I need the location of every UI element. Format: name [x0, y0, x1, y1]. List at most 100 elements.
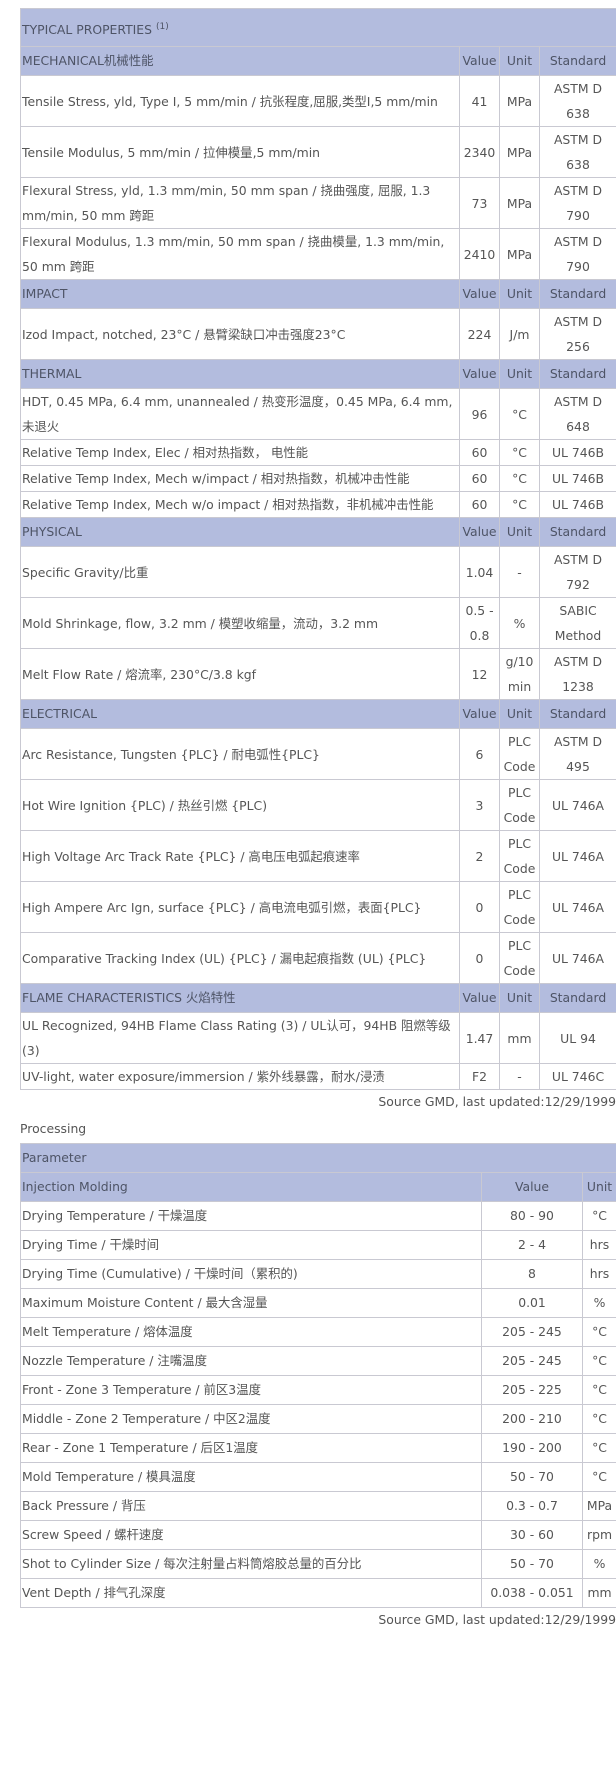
property-value: 0.5 - 0.8 — [459, 597, 500, 649]
processing-value: 190 - 200 — [481, 1433, 583, 1463]
processing-row: Front - Zone 3 Temperature / 前区3温度 205 - … — [20, 1375, 616, 1405]
processing-label: Processing — [20, 1121, 87, 1136]
property-value: 96 — [459, 388, 500, 440]
property-value: 0 — [459, 932, 500, 984]
property-row: Melt Flow Rate / 熔流率, 230°C/3.8 kgf 12 g/1… — [20, 648, 616, 700]
processing-value: 50 - 70 — [481, 1549, 583, 1579]
processing-row: Melt Temperature / 熔体温度 205 - 245 °C — [20, 1317, 616, 1347]
processing-value: 0.01 — [481, 1288, 583, 1318]
col-standard-header: Standard — [538, 46, 616, 76]
processing-unit: °C — [581, 1433, 616, 1463]
processing-value: 2 - 4 — [481, 1230, 583, 1260]
processing-value: 0.3 - 0.7 — [481, 1491, 583, 1521]
property-row: Tensile Stress, yld, Type I, 5 mm/min / … — [20, 75, 616, 127]
processing-value: 200 - 210 — [481, 1404, 583, 1434]
processing-row: Drying Time / 干燥时间 2 - 4 hrs — [20, 1230, 616, 1260]
col-standard-header: Standard — [538, 279, 616, 309]
property-standard: ASTM D 648 — [538, 388, 616, 440]
property-unit: MPa — [499, 126, 540, 178]
property-standard: UL 746A — [538, 830, 616, 882]
property-unit: J/m — [499, 308, 540, 360]
property-name: High Ampere Arc Ign, surface {PLC} / 高电流… — [20, 881, 460, 933]
processing-unit: hrs — [581, 1259, 616, 1289]
section-header-row: MECHANICAL机械性能 Value Unit Standard — [20, 46, 616, 76]
property-value: 2340 — [459, 126, 500, 178]
processing-unit: °C — [581, 1462, 616, 1492]
processing-row: Mold Temperature / 模具温度 50 - 70 °C — [20, 1462, 616, 1492]
section-header-row: THERMAL Value Unit Standard — [20, 359, 616, 389]
processing-row: Rear - Zone 1 Temperature / 后区1温度 190 - 2… — [20, 1433, 616, 1463]
processing-unit: rpm — [581, 1520, 616, 1550]
property-value: F2 — [459, 1063, 500, 1090]
processing-value: 205 - 245 — [481, 1317, 583, 1347]
datasheet: TYPICAL PROPERTIES (1) MECHANICAL机械性能 Val… — [19, 8, 616, 1632]
property-row: Flexural Stress, yld, 1.3 mm/min, 50 mm … — [20, 177, 616, 229]
processing-unit: % — [581, 1288, 616, 1318]
section-header-row: ELECTRICAL Value Unit Standard — [20, 699, 616, 729]
col-value-header: Value — [459, 699, 500, 729]
property-standard: ASTM D 792 — [538, 546, 616, 598]
processing-unit: mm — [581, 1578, 616, 1608]
property-standard: UL 94 — [538, 1012, 616, 1064]
col-value-header: Value — [459, 517, 500, 547]
processing-parameter: Shot to Cylinder Size / 每次注射量占料筒熔胶总量的百分比 — [20, 1549, 482, 1579]
processing-unit: hrs — [581, 1230, 616, 1260]
col-value-header: Value — [459, 983, 500, 1013]
section-name: PHYSICAL — [20, 517, 460, 547]
property-unit: °C — [499, 465, 540, 492]
property-unit: PLC Code — [499, 830, 540, 882]
processing-unit: °C — [581, 1404, 616, 1434]
property-standard: ASTM D 638 — [538, 75, 616, 127]
property-standard: UL 746C — [538, 1063, 616, 1090]
processing-row: Shot to Cylinder Size / 每次注射量占料筒熔胶总量的百分比… — [20, 1549, 616, 1579]
processing-value: 0.038 - 0.051 — [481, 1578, 583, 1608]
property-unit: MPa — [499, 228, 540, 280]
property-standard: UL 746B — [538, 465, 616, 492]
property-unit: MPa — [499, 177, 540, 229]
col-unit-header: Unit — [499, 517, 540, 547]
property-unit: % — [499, 597, 540, 649]
property-unit: mm — [499, 1012, 540, 1064]
property-row: Relative Temp Index, Elec / 相对热指数， 电性能 60… — [20, 439, 616, 466]
section-name: FLAME CHARACTERISTICS 火焰特性 — [20, 983, 460, 1013]
property-unit: MPa — [499, 75, 540, 127]
processing-parameter: Mold Temperature / 模具温度 — [20, 1462, 482, 1492]
property-name: Mold Shrinkage, flow, 3.2 mm / 模塑收缩量，流动，… — [20, 597, 460, 649]
section-header-row: PHYSICAL Value Unit Standard — [20, 517, 616, 547]
property-name: Tensile Stress, yld, Type I, 5 mm/min / … — [20, 75, 460, 127]
property-value: 60 — [459, 491, 500, 518]
property-name: UL Recognized, 94HB Flame Class Rating (… — [20, 1012, 460, 1064]
processing-row: Drying Temperature / 干燥温度 80 - 90 °C — [20, 1201, 616, 1231]
property-value: 1.47 — [459, 1012, 500, 1064]
property-name: HDT, 0.45 MPa, 6.4 mm, unannealed / 热变形温… — [20, 388, 460, 440]
processing-value: 30 - 60 — [481, 1520, 583, 1550]
property-value: 12 — [459, 648, 500, 700]
property-row: Hot Wire Ignition {PLC) / 热丝引燃 {PLC) 3 PLC… — [20, 779, 616, 831]
property-unit: g/10 min — [499, 648, 540, 700]
property-standard: UL 746A — [538, 779, 616, 831]
processing-unit: °C — [581, 1346, 616, 1376]
processing-parameter: Middle - Zone 2 Temperature / 中区2温度 — [20, 1404, 482, 1434]
property-value: 41 — [459, 75, 500, 127]
processing-value: 50 - 70 — [481, 1462, 583, 1492]
property-name: Relative Temp Index, Mech w/impact / 相对热… — [20, 465, 460, 492]
property-name: Relative Temp Index, Mech w/o impact / 相… — [20, 491, 460, 518]
col-standard-header: Standard — [538, 359, 616, 389]
section-name: THERMAL — [20, 359, 460, 389]
section-name: IMPACT — [20, 279, 460, 309]
property-row: Tensile Modulus, 5 mm/min / 拉伸模量,5 mm/mi… — [20, 126, 616, 178]
processing-parameter: Screw Speed / 螺杆速度 — [20, 1520, 482, 1550]
property-name: Flexural Stress, yld, 1.3 mm/min, 50 mm … — [20, 177, 460, 229]
processing-value: 205 - 225 — [481, 1375, 583, 1405]
section-header-row: IMPACT Value Unit Standard — [20, 279, 616, 309]
property-standard: ASTM D 790 — [538, 228, 616, 280]
col-standard-header: Standard — [538, 983, 616, 1013]
processing-parameter: Drying Time (Cumulative) / 干燥时间（累积的) — [20, 1259, 482, 1289]
processing-parameter: Rear - Zone 1 Temperature / 后区1温度 — [20, 1433, 482, 1463]
property-value: 0 — [459, 881, 500, 933]
property-unit: PLC Code — [499, 728, 540, 780]
property-unit: °C — [499, 388, 540, 440]
property-row: Comparative Tracking Index (UL) {PLC} / … — [20, 932, 616, 984]
col-unit-header: Unit — [499, 46, 540, 76]
col-unit-header: Unit — [499, 279, 540, 309]
